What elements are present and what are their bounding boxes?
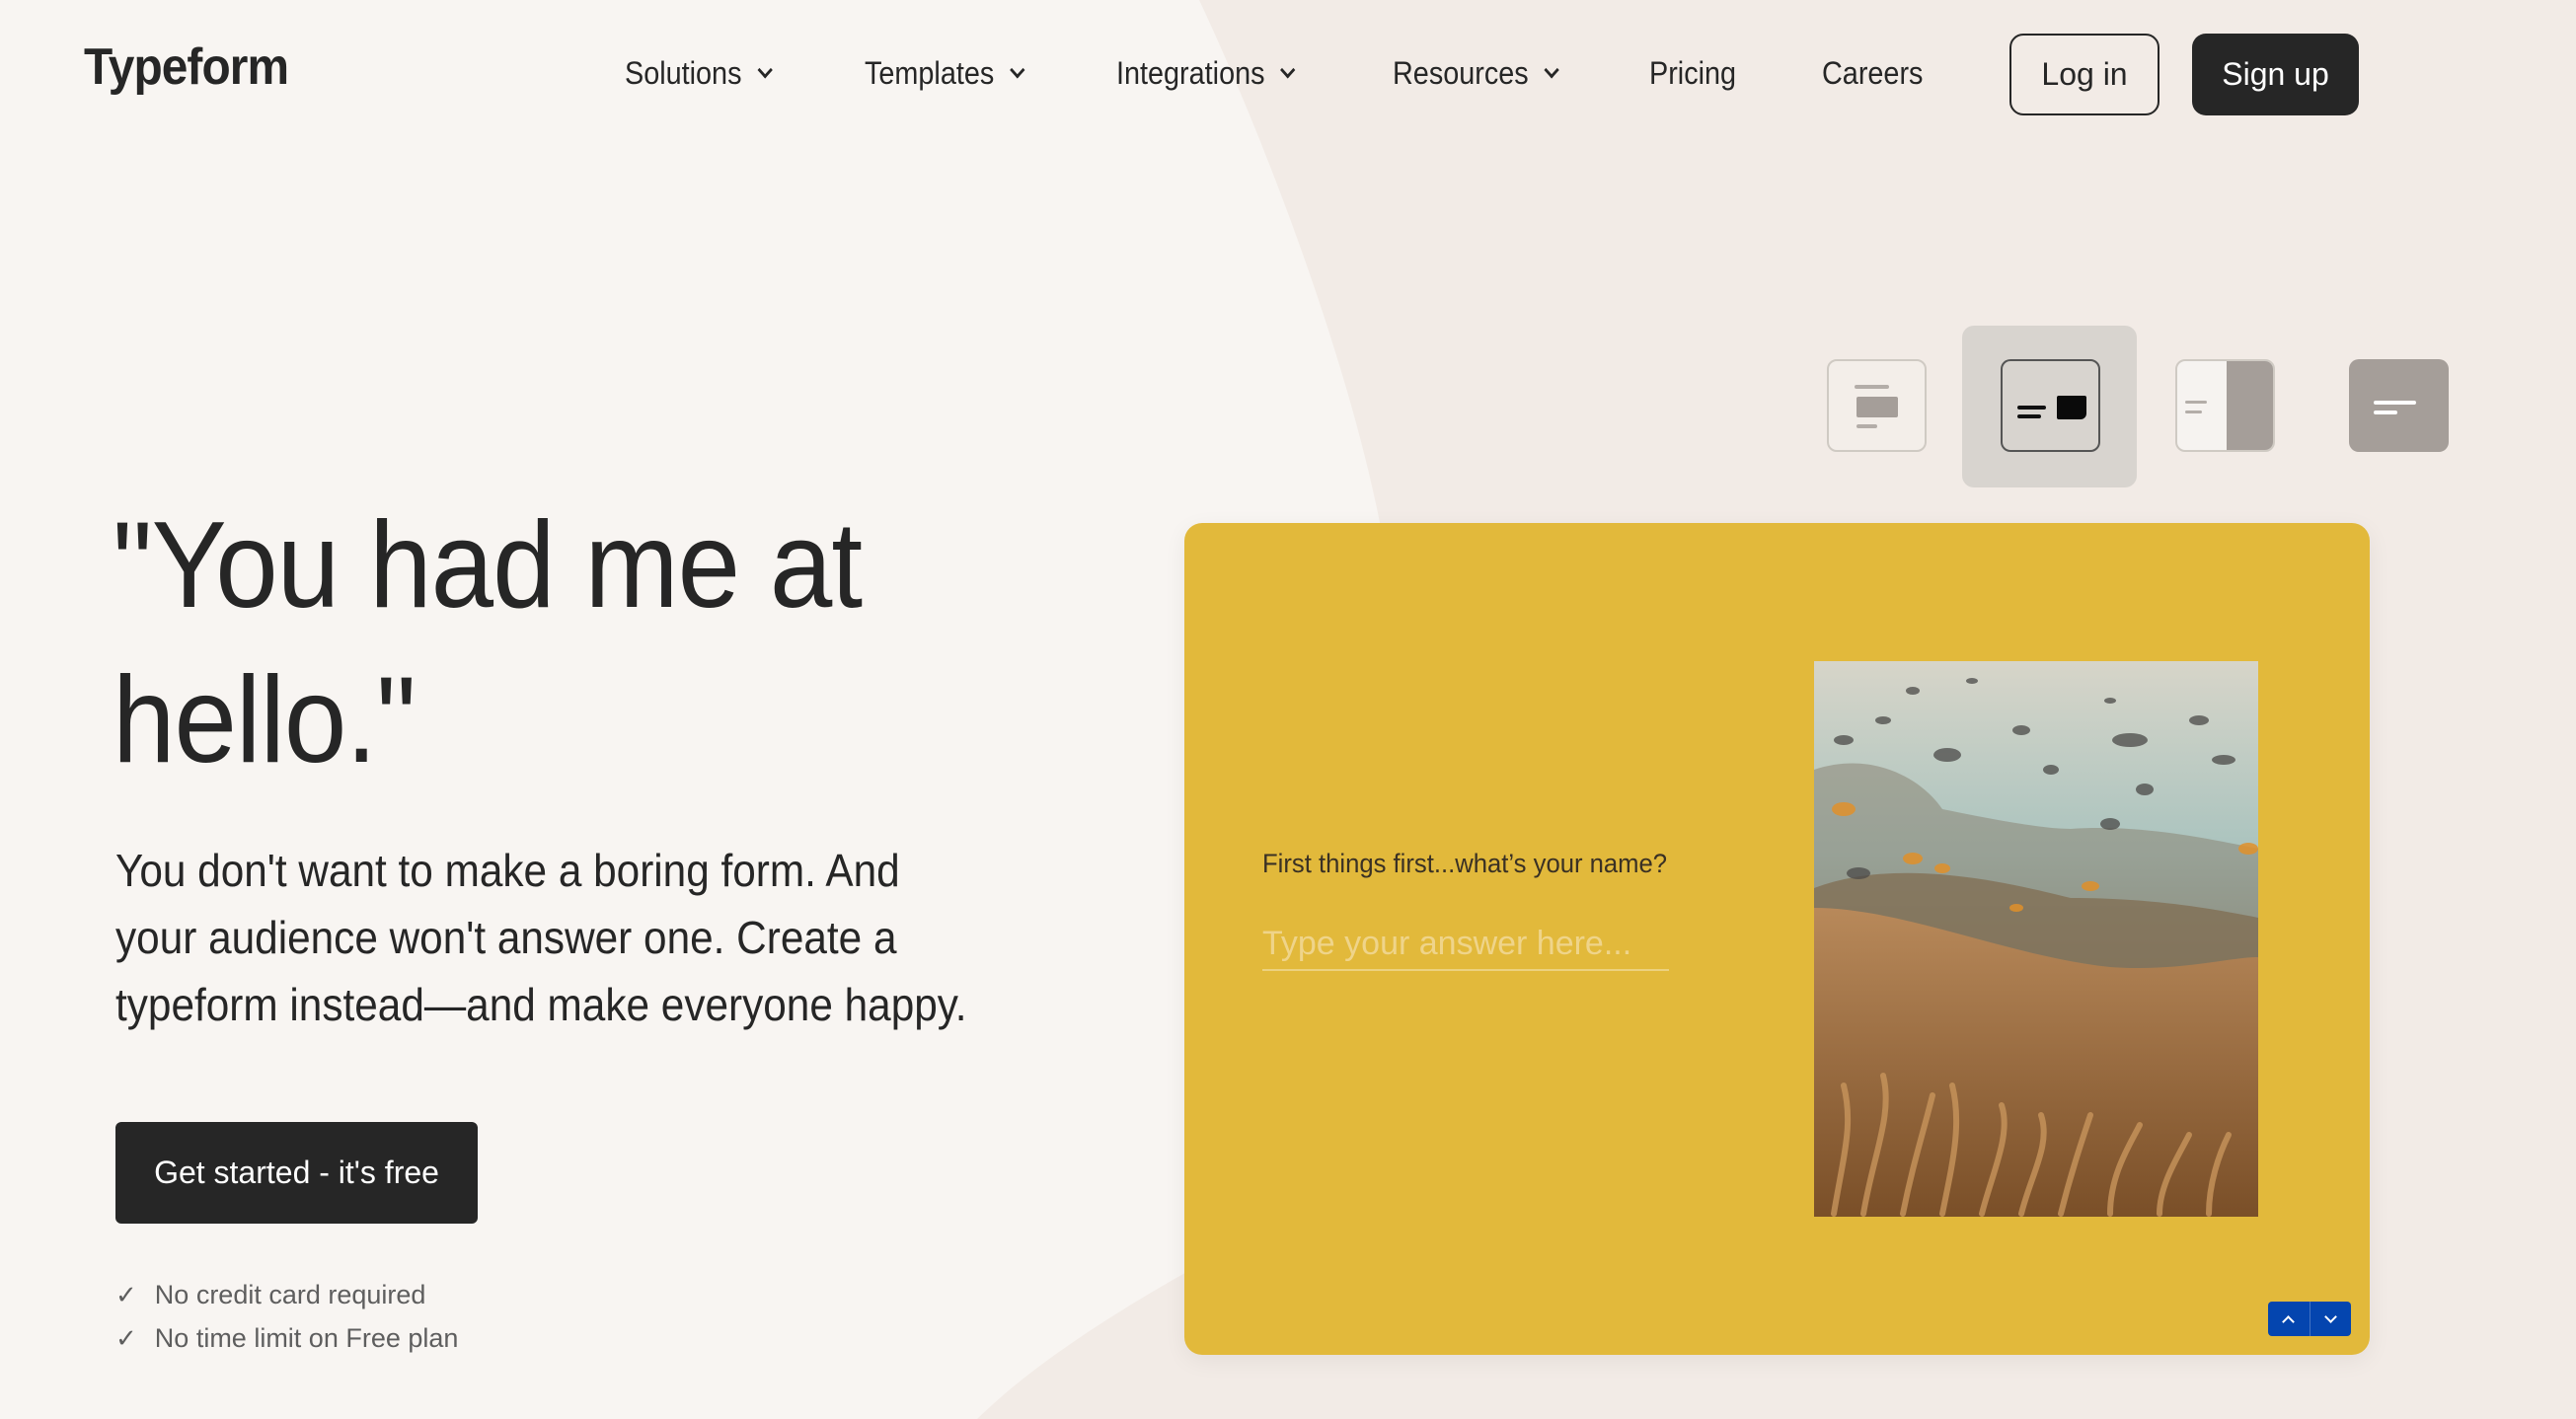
nav-label: Solutions [625, 54, 742, 91]
benefits-list: ✓ No credit card required ✓ No time limi… [115, 1273, 458, 1360]
subtext-line-2: your audience won't answer one. Create a [115, 912, 897, 963]
chevron-down-icon [2323, 1309, 2337, 1323]
benefit-item: ✓ No time limit on Free plan [115, 1316, 458, 1360]
nav-solutions[interactable]: Solutions [625, 51, 773, 95]
split-right-layout-icon [2227, 361, 2273, 450]
get-started-button[interactable]: Get started - it's free [115, 1122, 478, 1224]
headline-line-2: hello." [113, 652, 417, 788]
benefit-text: No time limit on Free plan [154, 1323, 459, 1353]
coral-reef-illustration [1814, 661, 2258, 1217]
typeform-logo[interactable]: Typeform [84, 37, 289, 97]
hero-headline: "You had me at hello." [113, 488, 1066, 798]
nav-label: Resources [1393, 54, 1529, 91]
coral-reef-image [1814, 661, 2258, 1217]
form-navigation [2268, 1302, 2351, 1336]
answer-input[interactable] [1262, 918, 1669, 971]
split-right-layout-icon-line [2185, 401, 2207, 404]
nav-pricing[interactable]: Pricing [1649, 51, 1736, 95]
nav-resources[interactable]: Resources [1393, 51, 1559, 95]
next-question-button[interactable] [2309, 1302, 2352, 1336]
site-header: Typeform Solutions Templates Integration… [0, 0, 2576, 148]
nav-label: Integrations [1116, 54, 1265, 91]
nav-careers[interactable]: Careers [1822, 51, 1923, 95]
form-question: First things first...what’s your name? [1262, 849, 1668, 878]
check-icon: ✓ [115, 1323, 137, 1353]
layout-option-wallpaper[interactable] [2349, 359, 2449, 452]
benefit-item: ✓ No credit card required [115, 1273, 458, 1316]
layout-option-split[interactable] [2001, 359, 2100, 452]
stack-layout-icon-line [1856, 424, 1877, 428]
nav-templates[interactable]: Templates [865, 51, 1025, 95]
subtext-line-3: typeform instead—and make everyone happy… [115, 979, 967, 1030]
check-icon: ✓ [115, 1280, 137, 1309]
split-layout-icon-line [2017, 414, 2041, 418]
hero-subtext: You don't want to make a boring form. An… [115, 837, 1032, 1038]
signup-button[interactable]: Sign up [2192, 34, 2359, 115]
split-right-layout-icon-line [2185, 411, 2202, 413]
split-layout-icon-block [2057, 396, 2086, 419]
split-layout-icon [2017, 406, 2046, 410]
layout-option-stack[interactable] [1827, 359, 1927, 452]
previous-question-button[interactable] [2268, 1302, 2310, 1336]
stack-layout-icon [1855, 385, 1889, 389]
wallpaper-layout-icon-line [2374, 411, 2397, 414]
chevron-down-icon [1544, 61, 1559, 79]
benefit-text: No credit card required [154, 1280, 426, 1309]
headline-line-1: "You had me at [113, 497, 863, 634]
nav-label: Templates [865, 54, 995, 91]
login-button[interactable]: Log in [2009, 34, 2159, 115]
chevron-down-icon [757, 61, 773, 79]
nav-label: Careers [1822, 54, 1924, 91]
chevron-down-icon [1010, 61, 1025, 79]
form-preview-card: First things first...what’s your name? [1184, 523, 2370, 1355]
nav-integrations[interactable]: Integrations [1116, 51, 1296, 95]
layout-option-split-right[interactable] [2175, 359, 2275, 452]
chevron-up-icon [2282, 1314, 2296, 1328]
nav-label: Pricing [1649, 54, 1737, 91]
wallpaper-layout-icon [2374, 401, 2416, 405]
subtext-line-1: You don't want to make a boring form. An… [115, 845, 900, 896]
chevron-down-icon [1280, 61, 1296, 79]
stack-layout-icon-block [1856, 397, 1898, 417]
